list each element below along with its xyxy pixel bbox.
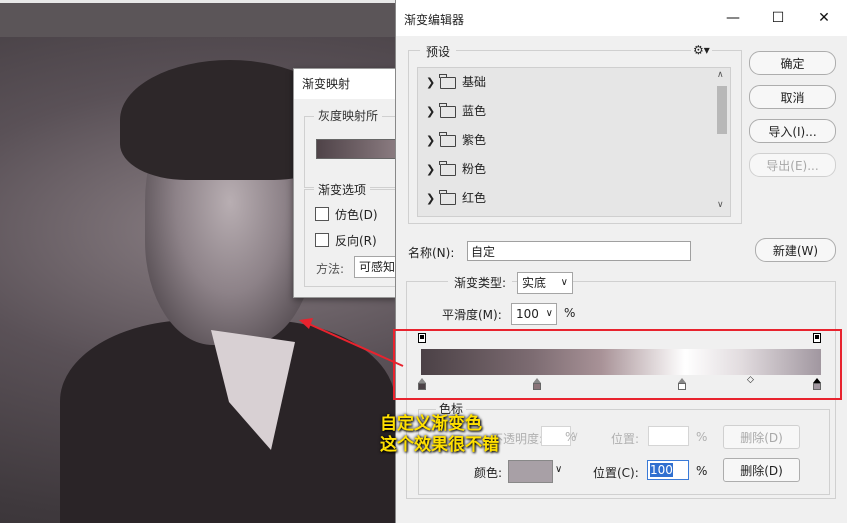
preset-folder[interactable]: ❯ 紫色 <box>418 126 714 155</box>
highlight-box <box>393 329 842 400</box>
window-title: 渐变编辑器 <box>404 13 465 27</box>
ok-button[interactable]: 确定 <box>749 51 836 75</box>
gradient-map-title: 渐变映射 <box>294 69 396 99</box>
cancel-button[interactable]: 取消 <box>749 85 836 109</box>
position-unit: % <box>696 464 708 478</box>
folder-icon <box>439 161 456 176</box>
gradient-type-value: 实底 <box>522 276 547 290</box>
preset-folder[interactable]: ❯ 粉色 <box>418 155 714 184</box>
position-label-top: 位置: <box>611 432 640 446</box>
presets-list[interactable]: ❯ 基础 ❯ 蓝色 ❯ 紫色 ❯ 粉色 ❯ 红色 ∧ ∨ <box>417 67 731 217</box>
folder-icon <box>439 103 456 118</box>
annotation-line1: 自定义渐变色 <box>380 414 482 434</box>
folder-label: 红色 <box>462 191 487 205</box>
chevron-down-icon: ∨ <box>545 308 553 319</box>
stop-color-swatch[interactable] <box>508 460 553 483</box>
scroll-down-icon[interactable]: ∨ <box>717 200 724 210</box>
dither-label: 仿色(D) <box>335 208 378 222</box>
scrollbar-thumb[interactable] <box>717 86 727 134</box>
folder-label: 粉色 <box>462 162 487 176</box>
delete-color-stop-button[interactable]: 删除(D) <box>723 458 800 482</box>
canvas-top-strip <box>0 0 395 37</box>
stop-color-fill <box>509 461 552 482</box>
position-unit-top: % <box>696 430 708 444</box>
folder-icon <box>439 132 456 147</box>
color-label: 颜色: <box>474 466 503 480</box>
folder-icon <box>439 190 456 205</box>
preset-folder[interactable]: ❯ 基础 <box>418 68 714 97</box>
gradient-type-label: 渐变类型: <box>448 274 513 291</box>
delete-opacity-stop-button[interactable]: 删除(D) <box>723 425 800 449</box>
reverse-label: 反向(R) <box>335 234 377 248</box>
opacity-unit: % <box>565 430 577 444</box>
method-label: 方法: <box>316 262 345 276</box>
gear-icon[interactable]: ⚙▾ <box>691 43 712 57</box>
color-position-input[interactable]: 100 <box>647 460 689 480</box>
chevron-right-icon[interactable]: ❯ <box>426 126 435 155</box>
gradient-map-dialog: 渐变映射 灰度映射所 渐变选项 仿色(D) 反向(R) 方法: 可感知 <box>293 68 398 298</box>
annotation-arrow <box>299 318 404 367</box>
preset-folder[interactable]: ❯ 蓝色 <box>418 97 714 126</box>
new-button[interactable]: 新建(W) <box>755 238 836 262</box>
smoothness-select[interactable]: 100 ∨ <box>511 303 557 325</box>
chevron-right-icon[interactable]: ❯ <box>426 68 435 97</box>
name-label: 名称(N): <box>408 246 455 260</box>
arrow-line <box>308 323 404 367</box>
smoothness-label: 平滑度(M): <box>442 308 502 322</box>
smoothness-unit: % <box>564 306 576 320</box>
presets-scrollbar[interactable]: ∧ ∨ <box>714 68 730 216</box>
presets-label: 预设 <box>420 43 457 60</box>
scroll-up-icon[interactable]: ∧ <box>717 70 724 80</box>
canvas-top-border <box>0 0 395 3</box>
chevron-down-icon[interactable]: ∨ <box>555 464 562 475</box>
arrow-head <box>299 318 313 329</box>
folder-icon <box>439 74 456 89</box>
close-icon[interactable]: ✕ <box>814 8 834 28</box>
gradient-type-select[interactable]: 实底 ∨ <box>517 272 573 294</box>
gradient-preview-bar[interactable] <box>316 139 398 159</box>
opacity-position-input[interactable] <box>648 426 689 446</box>
preset-folder[interactable]: ❯ 红色 <box>418 184 714 213</box>
reverse-checkbox[interactable] <box>315 233 329 247</box>
gradient-options-label: 渐变选项 <box>314 181 371 198</box>
chevron-down-icon: ∨ <box>560 277 568 288</box>
color-position-value: 100 <box>650 463 673 477</box>
maximize-icon[interactable]: ☐ <box>768 8 788 28</box>
annotation-line2: 这个效果很不错 <box>380 435 499 455</box>
title-bar: 渐变编辑器 — ☐ ✕ <box>396 0 847 36</box>
export-button[interactable]: 导出(E)... <box>749 153 836 177</box>
dither-checkbox[interactable] <box>315 207 329 221</box>
folder-label: 基础 <box>462 75 487 89</box>
position-label: 位置(C): <box>593 466 639 480</box>
import-button[interactable]: 导入(I)... <box>749 119 836 143</box>
folder-label: 蓝色 <box>462 104 487 118</box>
name-field[interactable]: 自定 <box>467 241 691 261</box>
annotation-text: 自定义渐变色 这个效果很不错 <box>380 414 499 456</box>
chevron-right-icon[interactable]: ❯ <box>426 155 435 184</box>
chevron-right-icon[interactable]: ❯ <box>426 97 435 126</box>
grayscale-mapping-label: 灰度映射所 <box>314 107 383 124</box>
smoothness-value: 100 <box>516 307 539 321</box>
folder-label: 紫色 <box>462 133 487 147</box>
method-select[interactable]: 可感知 <box>354 256 396 278</box>
minimize-icon[interactable]: — <box>723 8 743 28</box>
chevron-right-icon[interactable]: ❯ <box>426 184 435 213</box>
